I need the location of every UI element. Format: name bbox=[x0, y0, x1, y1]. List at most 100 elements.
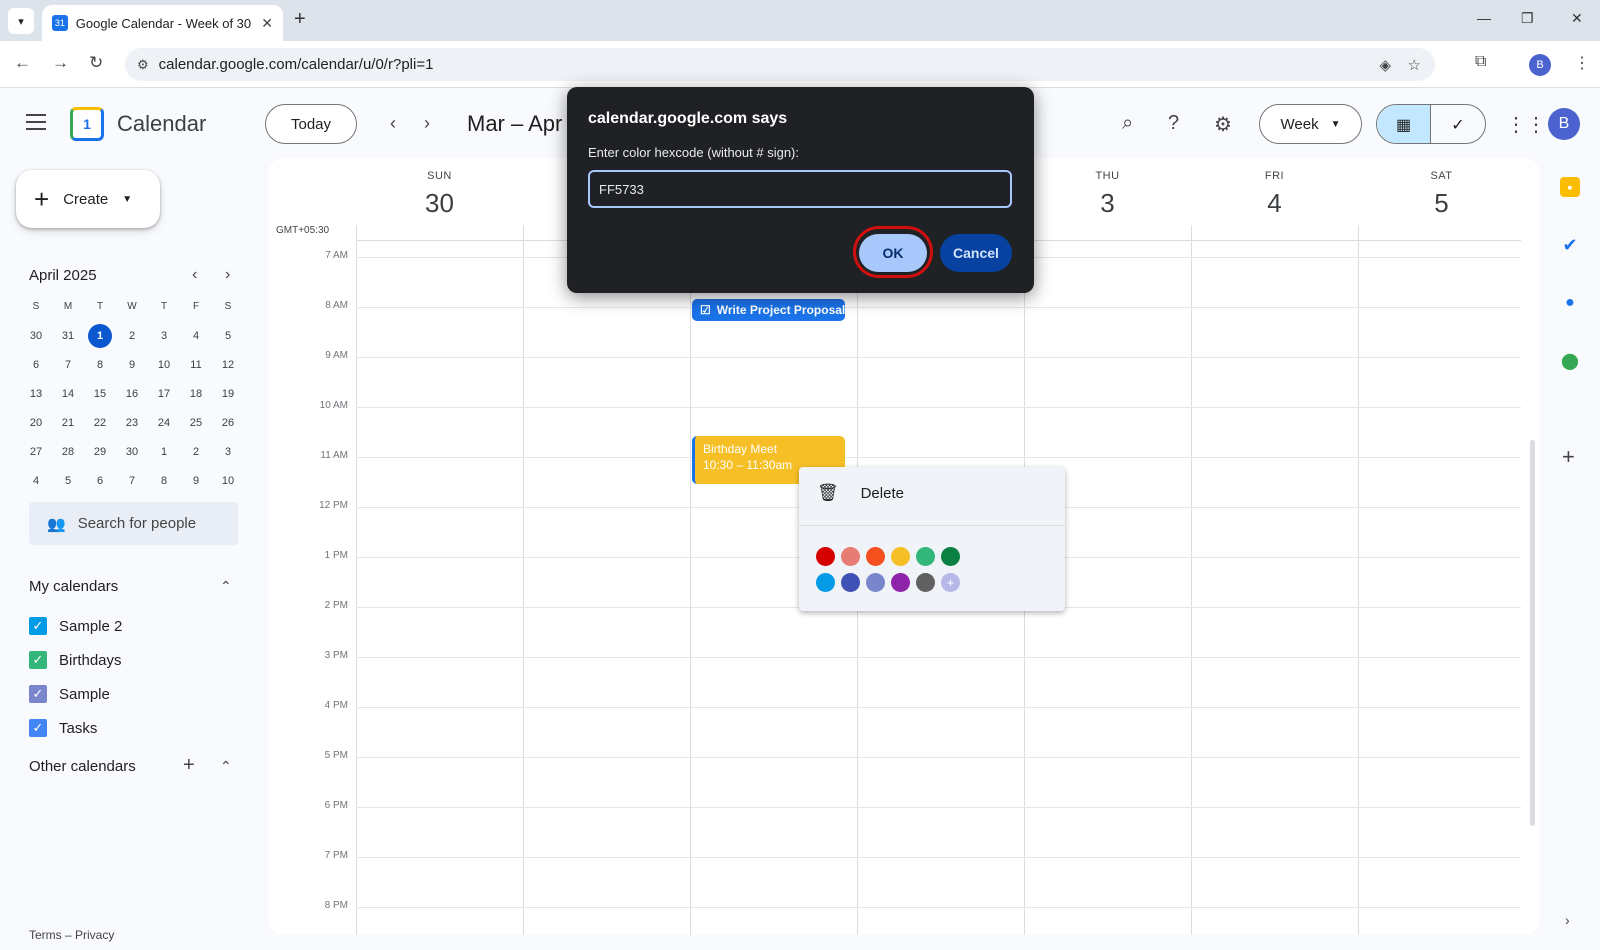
forward-icon[interactable]: → bbox=[52, 53, 69, 73]
day-column-header[interactable]: THU 3 bbox=[1024, 158, 1191, 219]
mini-date-cell[interactable]: 31 bbox=[52, 330, 84, 342]
calendar-list-item[interactable]: ✓ Sample 2 bbox=[29, 617, 122, 635]
account-avatar[interactable]: B bbox=[1548, 108, 1580, 140]
browser-menu-icon[interactable]: ⋮ bbox=[1574, 53, 1590, 73]
mini-date-cell[interactable]: 14 bbox=[52, 388, 84, 400]
expand-panel-chevron-icon[interactable]: › bbox=[1565, 912, 1570, 928]
contacts-icon[interactable]: ● bbox=[1560, 293, 1580, 313]
mini-date-cell[interactable]: 27 bbox=[20, 446, 52, 458]
mini-date-cell[interactable]: 5 bbox=[212, 330, 244, 342]
minimize-icon[interactable]: — bbox=[1477, 10, 1491, 26]
create-button[interactable]: + Create ▼ bbox=[16, 170, 160, 228]
mini-date-cell[interactable]: 29 bbox=[84, 446, 116, 458]
day-date-number[interactable]: 5 bbox=[1358, 188, 1525, 219]
mini-date-cell[interactable]: 4 bbox=[180, 330, 212, 342]
other-calendars-title[interactable]: Other calendars bbox=[29, 758, 136, 775]
help-icon[interactable]: ? bbox=[1168, 112, 1179, 135]
color-swatch[interactable] bbox=[816, 573, 835, 592]
mini-next-month-icon[interactable]: › bbox=[225, 266, 230, 284]
calendar-logo-icon[interactable]: 1 bbox=[70, 107, 104, 141]
mini-date-cell[interactable]: 5 bbox=[52, 475, 84, 487]
tasks-view-icon[interactable]: ✓ bbox=[1431, 105, 1485, 143]
mini-date-cell[interactable]: 18 bbox=[180, 388, 212, 400]
browser-tab[interactable]: 31 Google Calendar - Week of 30 M ✕ bbox=[42, 5, 283, 41]
color-swatch[interactable] bbox=[916, 573, 935, 592]
calendar-list-item[interactable]: ✓ Sample bbox=[29, 685, 110, 703]
mini-date-cell[interactable]: 23 bbox=[116, 417, 148, 429]
mini-date-cell[interactable]: 11 bbox=[180, 359, 212, 371]
settings-gear-icon[interactable]: ⚙ bbox=[1214, 112, 1232, 137]
color-swatch[interactable] bbox=[866, 547, 885, 566]
google-apps-icon[interactable]: ⋮⋮ bbox=[1506, 112, 1546, 137]
color-swatch[interactable] bbox=[891, 547, 910, 566]
checkbox-icon[interactable]: ✓ bbox=[29, 685, 47, 703]
mini-date-cell[interactable]: 4 bbox=[20, 475, 52, 487]
browser-profile-avatar[interactable]: B bbox=[1529, 54, 1551, 76]
mini-date-cell[interactable]: 8 bbox=[84, 359, 116, 371]
extensions-icon[interactable]: ⧉ bbox=[1475, 53, 1486, 71]
task-event-chip[interactable]: ☑ Write Project Proposal bbox=[692, 299, 845, 321]
checkbox-icon[interactable]: ✓ bbox=[29, 719, 47, 737]
tab-search-button[interactable]: ▾ bbox=[8, 8, 34, 34]
mini-date-cell[interactable]: 19 bbox=[212, 388, 244, 400]
delete-menu-item[interactable]: 🗑 Delete bbox=[817, 483, 904, 503]
site-info-icon[interactable]: ⚙ bbox=[137, 57, 149, 73]
mini-date-cell[interactable]: 7 bbox=[116, 475, 148, 487]
mini-date-cell[interactable]: 12 bbox=[212, 359, 244, 371]
app-title[interactable]: Calendar bbox=[117, 111, 206, 137]
day-date-number[interactable]: 4 bbox=[1191, 188, 1358, 219]
mini-date-cell[interactable]: 16 bbox=[116, 388, 148, 400]
address-bar[interactable]: ⚙ calendar.google.com/calendar/u/0/r?pli… bbox=[125, 48, 1435, 81]
search-icon[interactable]: ⌕ bbox=[1122, 112, 1133, 135]
mini-date-cell[interactable]: 20 bbox=[20, 417, 52, 429]
close-window-icon[interactable]: ✕ bbox=[1571, 10, 1583, 27]
mini-date-cell[interactable]: 22 bbox=[84, 417, 116, 429]
new-tab-button[interactable]: + bbox=[294, 8, 306, 31]
mini-date-cell[interactable]: 25 bbox=[180, 417, 212, 429]
mini-date-cell[interactable]: 13 bbox=[20, 388, 52, 400]
day-column-header[interactable]: SUN 30 bbox=[356, 158, 523, 219]
terms-privacy-link[interactable]: Terms – Privacy bbox=[29, 928, 114, 942]
tasks-icon[interactable]: ✔ bbox=[1560, 235, 1580, 255]
mini-date-cell[interactable]: 30 bbox=[20, 330, 52, 342]
keep-icon[interactable]: ▪ bbox=[1560, 177, 1580, 197]
collapse-chevron-icon[interactable]: ⌃ bbox=[220, 578, 232, 595]
color-swatch[interactable] bbox=[916, 547, 935, 566]
mini-prev-month-icon[interactable]: ‹ bbox=[192, 266, 197, 284]
checkbox-icon[interactable]: ✓ bbox=[29, 651, 47, 669]
my-calendars-title[interactable]: My calendars bbox=[29, 578, 118, 595]
collapse-chevron-icon[interactable]: ⌃ bbox=[220, 758, 232, 775]
mini-date-cell[interactable]: 3 bbox=[148, 330, 180, 342]
mini-date-cell[interactable]: 28 bbox=[52, 446, 84, 458]
mini-date-cell[interactable]: 9 bbox=[180, 475, 212, 487]
restore-icon[interactable]: ❐ bbox=[1521, 10, 1534, 27]
calendar-list-item[interactable]: ✓ Birthdays bbox=[29, 651, 122, 669]
color-swatch[interactable] bbox=[816, 547, 835, 566]
custom-color-add-icon[interactable]: + bbox=[941, 573, 960, 592]
mini-date-cell[interactable]: 1 bbox=[148, 446, 180, 458]
mini-date-cell[interactable]: 6 bbox=[84, 475, 116, 487]
mini-date-cell[interactable]: 9 bbox=[116, 359, 148, 371]
search-people-input[interactable]: 👥 Search for people bbox=[29, 502, 238, 545]
day-date-number[interactable]: 3 bbox=[1024, 188, 1191, 219]
grid-scrollbar[interactable] bbox=[1530, 440, 1535, 826]
mini-date-cell[interactable]: 7 bbox=[52, 359, 84, 371]
mini-date-cell[interactable]: 10 bbox=[212, 475, 244, 487]
color-swatch[interactable] bbox=[941, 547, 960, 566]
mini-date-cell[interactable]: 2 bbox=[116, 330, 148, 342]
next-week-icon[interactable]: › bbox=[424, 113, 430, 134]
mini-date-cell[interactable]: 24 bbox=[148, 417, 180, 429]
day-column-header[interactable]: SAT 5 bbox=[1358, 158, 1525, 219]
lens-icon[interactable]: ◈ bbox=[1379, 56, 1391, 74]
back-icon[interactable]: ← bbox=[14, 53, 31, 73]
checkbox-icon[interactable]: ✓ bbox=[29, 617, 47, 635]
today-button[interactable]: Today bbox=[265, 104, 357, 144]
mini-date-cell[interactable]: 10 bbox=[148, 359, 180, 371]
mini-date-cell[interactable]: 21 bbox=[52, 417, 84, 429]
calendar-view-icon[interactable]: ▦ bbox=[1377, 105, 1432, 143]
mini-date-cell[interactable]: 17 bbox=[148, 388, 180, 400]
mini-date-cell[interactable]: 30 bbox=[116, 446, 148, 458]
reload-icon[interactable]: ↻ bbox=[89, 53, 103, 73]
bookmark-star-icon[interactable]: ☆ bbox=[1408, 56, 1421, 74]
calendar-list-item[interactable]: ✓ Tasks bbox=[29, 719, 97, 737]
